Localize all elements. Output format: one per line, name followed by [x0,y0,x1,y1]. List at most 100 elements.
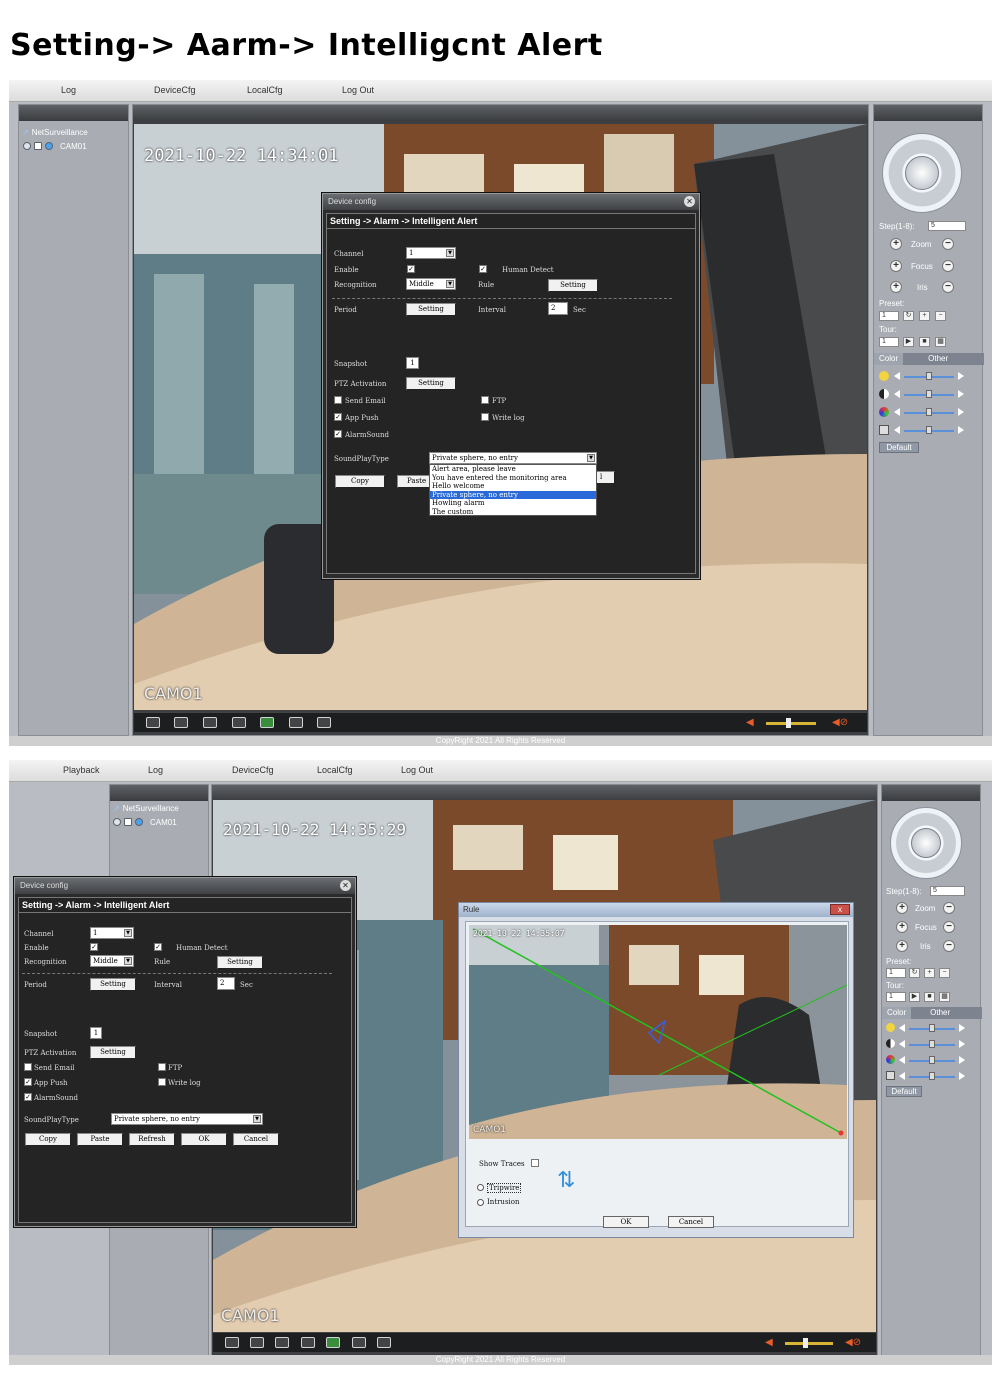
snapshot-icon[interactable] [232,717,246,728]
tab-color[interactable]: Color [882,1007,912,1019]
snapshot-select[interactable]: 1 [90,1027,102,1039]
mute-icon[interactable]: ◀⊘ [832,717,848,728]
sound-option[interactable]: You have entered the monitoring area [430,474,596,483]
paste-button[interactable]: Paste [77,1133,123,1146]
brightness-knob[interactable] [926,372,932,380]
contrast-decrease-icon[interactable] [894,390,900,398]
zoom-in-icon[interactable]: + [890,238,902,250]
hue-knob[interactable] [929,1072,935,1080]
stop-talk-icon[interactable] [377,1337,391,1348]
sound-type-select[interactable]: Private sphere, no entry ▼ [429,452,597,464]
close-icon[interactable]: x [830,904,850,915]
hue-knob[interactable] [926,426,932,434]
recognition-select[interactable]: Middle ▼ [90,955,134,967]
preset-delete-icon[interactable]: − [939,968,950,978]
record-video-icon[interactable] [203,717,217,728]
window-icon[interactable] [174,717,188,728]
image-icon[interactable] [326,1337,340,1348]
hue-decrease-icon[interactable] [894,426,900,434]
rule-ok-button[interactable]: OK [603,1216,649,1228]
tree-cam[interactable]: CAM01 [22,139,88,153]
app-push-checkbox[interactable]: ✓ [334,413,342,421]
interval-input[interactable]: 2 [548,302,568,315]
tour-grid-icon[interactable]: ▦ [935,337,946,347]
preset-delete-icon[interactable]: − [935,311,946,321]
tour-grid-icon[interactable]: ▦ [939,992,950,1002]
enable-checkbox[interactable]: ✓ [90,943,98,951]
contrast-decrease-icon[interactable] [899,1040,905,1048]
cancel-button[interactable]: Cancel [233,1133,279,1146]
contrast-knob[interactable] [929,1040,935,1048]
talk-icon[interactable] [289,717,303,728]
contrast-increase-icon[interactable] [959,1040,965,1048]
brightness-decrease-icon[interactable] [899,1024,905,1032]
sound-option[interactable]: Alert area, please leave [430,465,596,474]
refresh-button[interactable]: Refresh [129,1133,175,1146]
speaker-icon[interactable]: ◀ [746,717,754,728]
brightness-increase-icon[interactable] [958,372,964,380]
ptz-center-button[interactable] [911,828,941,858]
sound-option[interactable]: Hello welcome [430,482,596,491]
menu-log[interactable]: Log [148,765,163,775]
menu-logout[interactable]: Log Out [342,85,374,95]
sound-type-select[interactable]: Private sphere, no entry ▼ [111,1113,263,1125]
period-setting-button[interactable]: Setting [90,978,136,991]
recognition-select[interactable]: Middle ▼ [406,278,456,290]
brightness-increase-icon[interactable] [959,1024,965,1032]
app-push-checkbox[interactable]: ✓ [24,1078,32,1086]
hue-increase-icon[interactable] [959,1072,965,1080]
record-icon[interactable] [113,818,121,826]
ok-button[interactable]: OK [181,1133,227,1146]
default-button[interactable]: Default [886,1086,922,1097]
channel-select[interactable]: 1 ▼ [406,247,456,259]
channel-select[interactable]: 1 ▼ [90,927,134,939]
zoom-in-icon[interactable]: + [896,902,908,914]
ptz-setting-button[interactable]: Setting [406,377,456,390]
tour-select[interactable]: 1 [886,992,906,1002]
tab-other[interactable]: Other [923,353,953,365]
volume-slider[interactable] [766,722,816,725]
volume-slider[interactable] [785,1342,833,1345]
focus-in-icon[interactable]: + [896,921,908,933]
iris-open-icon[interactable]: + [890,281,902,293]
tour-select[interactable]: 1 [879,337,899,347]
saturation-knob[interactable] [929,1056,935,1064]
preset-select[interactable]: 1 [886,968,906,978]
menu-playback[interactable]: Playback [63,765,100,775]
tree-cam[interactable]: CAM01 [113,815,179,829]
preset-add-icon[interactable]: + [924,968,935,978]
saturation-decrease-icon[interactable] [899,1056,905,1064]
snapshot-icon[interactable] [301,1337,315,1348]
ftp-checkbox[interactable] [481,396,489,404]
close-icon[interactable]: ✕ [684,196,695,207]
intrusion-radio[interactable] [477,1199,484,1206]
menu-devicecfg[interactable]: DeviceCfg [232,765,274,775]
preset-goto-icon[interactable]: ↻ [903,311,914,321]
preset-select[interactable]: 1 [879,311,899,321]
hue-decrease-icon[interactable] [899,1072,905,1080]
volume-knob[interactable] [803,1338,808,1348]
contrast-increase-icon[interactable] [958,390,964,398]
tour-stop-icon[interactable]: ■ [919,337,930,347]
speaker-icon[interactable]: ◀ [765,1337,773,1348]
focus-out-icon[interactable]: − [942,260,954,272]
focus-out-icon[interactable]: − [943,921,955,933]
tripwire-radio[interactable] [477,1184,484,1191]
menu-log[interactable]: Log [61,85,76,95]
preset-goto-icon[interactable]: ↻ [909,968,920,978]
contrast-knob[interactable] [926,390,932,398]
rule-setting-button[interactable]: Setting [217,956,263,969]
hue-increase-icon[interactable] [958,426,964,434]
saturation-knob[interactable] [926,408,932,416]
preset-add-icon[interactable]: + [919,311,930,321]
period-setting-button[interactable]: Setting [406,303,456,316]
send-email-checkbox[interactable] [334,396,342,404]
brightness-decrease-icon[interactable] [894,372,900,380]
human-detect-checkbox[interactable]: ✓ [154,943,162,951]
window-icon[interactable] [250,1337,264,1348]
write-log-checkbox[interactable] [481,413,489,421]
human-detect-checkbox[interactable]: ✓ [479,265,487,273]
rule-video-preview[interactable]: 2021-10-22 14:35:07 CAMO1 [469,925,847,1139]
iris-open-icon[interactable]: + [896,940,908,952]
menu-devicecfg[interactable]: DeviceCfg [154,85,196,95]
